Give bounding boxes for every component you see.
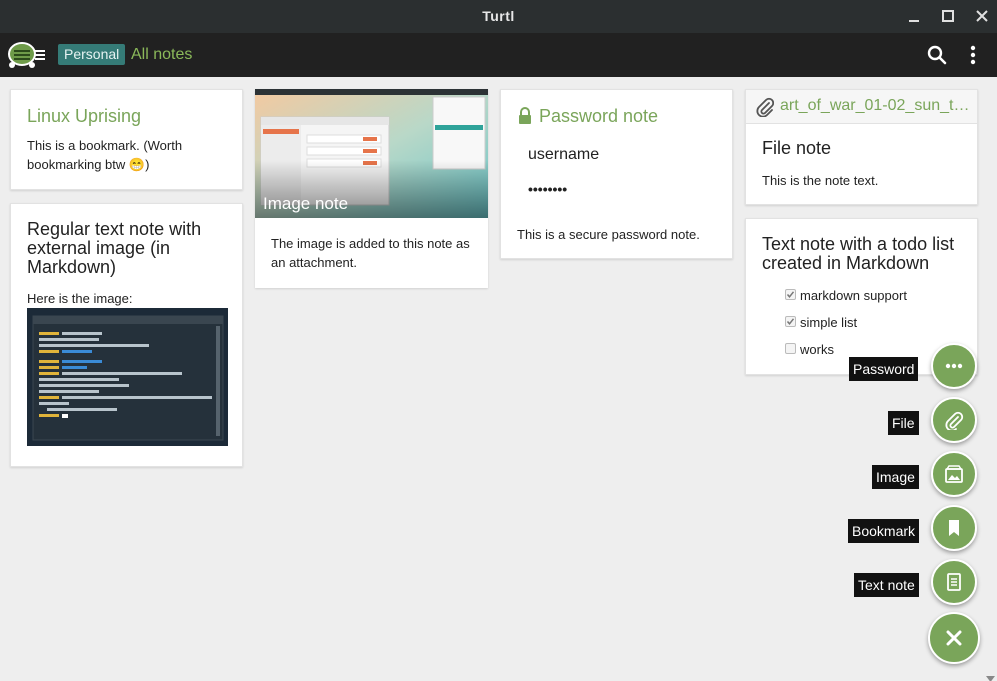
note-text: This is a bookmark. (Worth bookmarking b… (27, 138, 183, 172)
fab-label-image[interactable]: Image (872, 465, 919, 489)
todo-label: works (800, 342, 834, 357)
app-header: Personal All notes (0, 33, 997, 77)
paperclip-icon (945, 411, 964, 430)
window-title: Turtl (482, 8, 515, 24)
minimize-icon[interactable] (904, 6, 924, 26)
add-bookmark-button[interactable] (931, 505, 977, 551)
bookmark-icon (949, 520, 959, 536)
note-text: Here is the image: (27, 291, 133, 306)
username-field[interactable]: username (528, 146, 599, 164)
fab-label-bookmark[interactable]: Bookmark (848, 519, 920, 543)
fab-label-password[interactable]: Password (849, 357, 919, 381)
todo-item[interactable]: works (785, 342, 834, 357)
todo-item[interactable]: markdown support (785, 288, 907, 303)
close-fab-menu-button[interactable] (928, 612, 980, 664)
space-badge[interactable]: Personal (58, 44, 126, 65)
note-card-bookmark[interactable]: Linux Uprising This is a bookmark. (Wort… (10, 89, 243, 190)
turtl-logo-icon[interactable] (5, 39, 47, 71)
note-text: This is the note text. (762, 173, 879, 188)
scroll-down-icon[interactable] (986, 670, 995, 681)
unchecked-checkbox-icon[interactable] (785, 343, 796, 354)
add-password-button[interactable] (931, 343, 977, 389)
image-icon (945, 465, 963, 483)
note-title: Text note with a todo list created in Ma… (762, 234, 955, 273)
note-card-password[interactable]: Password note username •••••••• This is … (500, 89, 733, 259)
add-text-note-button[interactable] (931, 559, 977, 605)
note-card-image[interactable]: Image note The image is added to this no… (255, 89, 488, 288)
lock-icon (517, 107, 533, 125)
checked-checkbox-icon[interactable] (785, 316, 796, 327)
checked-checkbox-icon[interactable] (785, 289, 796, 300)
search-icon[interactable] (926, 44, 948, 66)
note-card-file[interactable]: art_of_war_01-02_sun_t… File note This i… (745, 89, 978, 205)
paperclip-icon (756, 97, 775, 118)
fab-label-file[interactable]: File (888, 411, 919, 435)
window-titlebar: Turtl (0, 0, 997, 33)
note-title: Password note (539, 106, 659, 126)
file-name[interactable]: art_of_war_01-02_sun_t… (780, 97, 969, 115)
terminal-screenshot-image (27, 308, 228, 446)
todo-label: markdown support (800, 288, 907, 303)
todo-label: simple list (800, 315, 858, 330)
add-file-button[interactable] (931, 397, 977, 443)
password-field[interactable]: •••••••• (528, 181, 567, 197)
image-caption: Image note (263, 194, 349, 213)
close-window-icon[interactable] (972, 6, 992, 26)
fab-label-text-note[interactable]: Text note (854, 573, 919, 597)
ellipsis-icon (945, 363, 963, 369)
note-title: Regular text note with external image (i… (27, 219, 202, 277)
close-icon (946, 630, 962, 646)
maximize-icon[interactable] (938, 6, 958, 26)
add-image-button[interactable] (931, 451, 977, 497)
note-card-markdown-image[interactable]: Regular text note with external image (i… (10, 203, 243, 467)
all-notes-link[interactable]: All notes (131, 46, 192, 64)
note-text: The image is added to this note as an at… (271, 236, 470, 270)
note-text: This is a secure password note. (517, 227, 700, 242)
document-icon (947, 573, 961, 591)
todo-item[interactable]: simple list (785, 315, 858, 330)
file-attachment-bar[interactable]: art_of_war_01-02_sun_t… (746, 90, 977, 124)
more-menu-icon[interactable] (963, 44, 983, 66)
note-title: File note (762, 138, 832, 158)
note-title[interactable]: Linux Uprising (27, 106, 141, 127)
